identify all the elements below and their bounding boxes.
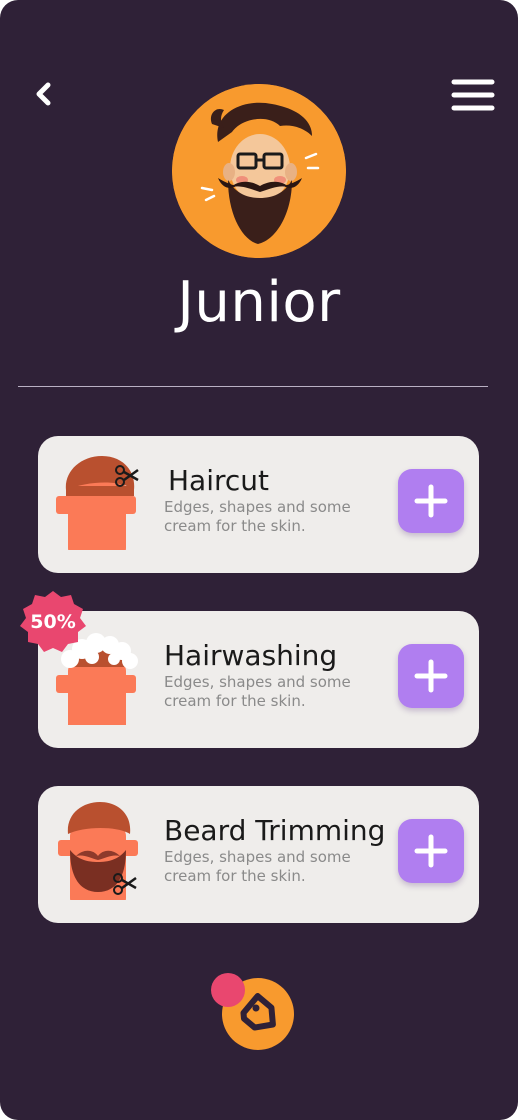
plus-icon [414, 484, 448, 518]
service-title: Haircut [168, 464, 270, 497]
service-card-hairwashing[interactable]: Hairwashing Edges, shapes and some cream… [38, 611, 479, 748]
add-service-button[interactable] [398, 469, 464, 533]
service-description: Edges, shapes and some cream for the ski… [164, 498, 351, 535]
plus-icon [414, 659, 448, 693]
service-illustration [56, 450, 146, 558]
service-title: Beard Trimming [164, 814, 386, 847]
price-tag-icon [211, 973, 294, 1050]
service-title: Hairwashing [164, 639, 338, 672]
chevron-left-icon [36, 82, 51, 106]
profile-name: Junior [177, 270, 341, 335]
back-button[interactable] [26, 76, 62, 112]
service-description: Edges, shapes and some cream for the ski… [164, 848, 351, 885]
add-service-button[interactable] [398, 644, 464, 708]
plus-icon [414, 834, 448, 868]
beard-trimming-icon [58, 802, 138, 908]
haircut-icon [56, 456, 139, 558]
menu-button[interactable] [448, 76, 496, 114]
discount-badge-label: 50% [30, 611, 76, 633]
divider [18, 386, 488, 387]
service-description: Edges, shapes and some cream for the ski… [164, 673, 351, 710]
add-service-button[interactable] [398, 819, 464, 883]
profile-avatar [172, 84, 346, 258]
bearded-man-avatar-icon [172, 84, 346, 258]
app-screen: Junior Haircut Edges, shapes and some cr… [0, 0, 518, 1120]
cart-tag-button[interactable] [208, 972, 298, 1054]
hamburger-menu-icon [451, 79, 495, 111]
service-card-beard-trimming[interactable]: Beard Trimming Edges, shapes and some cr… [38, 786, 479, 923]
service-card-haircut[interactable]: Haircut Edges, shapes and some cream for… [38, 436, 479, 573]
service-illustration [56, 800, 146, 908]
